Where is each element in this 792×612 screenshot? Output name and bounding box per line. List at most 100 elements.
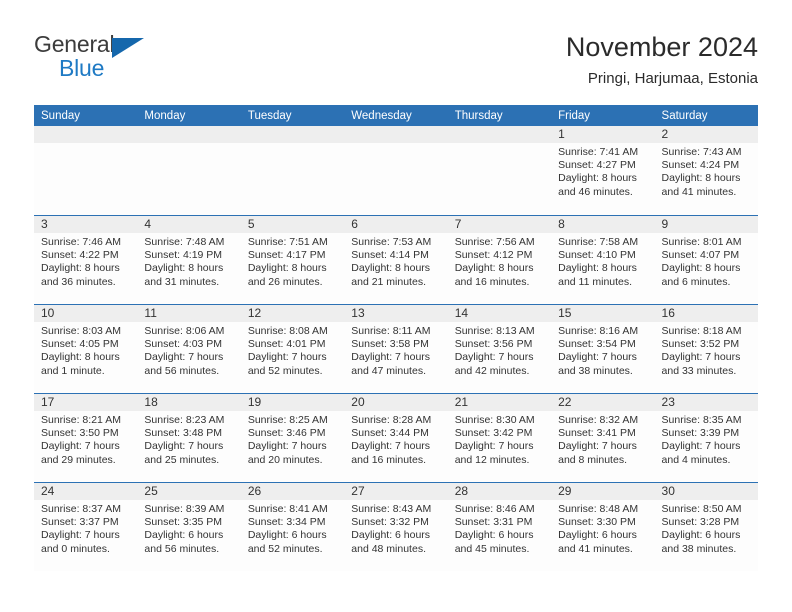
sunset-text: Sunset: 4:17 PM <box>247 249 326 262</box>
calendar-day-cell[interactable]: 30 Sunrise: 8:50 AM Sunset: 3:28 PM Dayligh… <box>654 483 758 571</box>
calendar-day-cell[interactable]: 10 Sunrise: 8:03 AM Sunset: 4:05 PM Dayligh… <box>34 305 138 393</box>
day-number: 19 <box>240 394 345 411</box>
daylight-text: Daylight: 7 hours and 42 minutes. <box>454 351 534 377</box>
calendar-day-cell[interactable]: 5 Sunrise: 7:51 AM Sunset: 4:17 PM Daylight… <box>240 216 345 304</box>
page-title: November 2024 <box>565 32 758 62</box>
sunset-text: Sunset: 3:34 PM <box>247 516 326 529</box>
calendar-day-cell[interactable]: 1 Sunrise: 7:41 AM Sunset: 4:27 PM Daylight… <box>551 126 655 215</box>
sunrise-text: Sunrise: 8:46 AM <box>454 503 535 515</box>
daylight-text: Daylight: 7 hours and 33 minutes. <box>661 351 741 377</box>
calendar-day-cell[interactable]: 15 Sunrise: 8:16 AM Sunset: 3:54 PM Dayligh… <box>551 305 655 393</box>
day-info: Sunrise: 8:06 AM Sunset: 4:03 PM Daylight:… <box>137 322 240 378</box>
calendar-day-cell[interactable]: 13 Sunrise: 8:11 AM Sunset: 3:58 PM Dayligh… <box>344 305 448 393</box>
sunset-text: Sunset: 3:50 PM <box>41 427 119 440</box>
calendar-day-cell-empty <box>34 126 138 215</box>
calendar-day-cell[interactable]: 24 Sunrise: 8:37 AM Sunset: 3:37 PM Dayligh… <box>34 483 138 571</box>
sunset-text: Sunset: 4:03 PM <box>144 338 223 351</box>
calendar-day-cell[interactable]: 14 Sunrise: 8:13 AM Sunset: 3:56 PM Dayligh… <box>447 305 552 393</box>
sunrise-text: Sunrise: 8:01 AM <box>661 236 742 248</box>
day-number <box>34 126 138 143</box>
calendar-week-row: 1 Sunrise: 7:41 AM Sunset: 4:27 PM Daylight… <box>34 126 758 215</box>
sunset-text: Sunset: 4:24 PM <box>661 159 740 172</box>
day-info: Sunrise: 8:48 AM Sunset: 3:30 PM Daylight:… <box>551 500 654 556</box>
sunset-text: Sunset: 3:48 PM <box>144 427 223 440</box>
day-info: Sunrise: 7:58 AM Sunset: 4:10 PM Daylight:… <box>551 233 654 289</box>
sunset-text: Sunset: 3:28 PM <box>661 516 740 529</box>
day-number: 9 <box>654 216 758 233</box>
calendar-week-row: 3 Sunrise: 7:46 AM Sunset: 4:22 PM Daylight… <box>34 215 758 304</box>
calendar-day-cell[interactable]: 18 Sunrise: 8:23 AM Sunset: 3:48 PM Dayligh… <box>137 394 241 482</box>
calendar-day-cell[interactable]: 25 Sunrise: 8:39 AM Sunset: 3:35 PM Dayligh… <box>137 483 241 571</box>
logo-triangle-icon <box>112 38 144 58</box>
calendar-day-cell[interactable]: 28 Sunrise: 8:46 AM Sunset: 3:31 PM Dayligh… <box>447 483 552 571</box>
daylight-text: Daylight: 8 hours and 6 minutes. <box>661 262 741 288</box>
calendar-day-cell-empty <box>447 126 552 215</box>
sunset-text: Sunset: 4:05 PM <box>41 338 119 351</box>
calendar-day-cell[interactable]: 2 Sunrise: 7:43 AM Sunset: 4:24 PM Daylight… <box>654 126 758 215</box>
sunset-text: Sunset: 3:39 PM <box>661 427 740 440</box>
daylight-text: Daylight: 7 hours and 29 minutes. <box>41 440 120 466</box>
day-number: 4 <box>137 216 241 233</box>
day-number: 21 <box>447 394 552 411</box>
day-number: 27 <box>344 483 448 500</box>
sunset-text: Sunset: 4:22 PM <box>41 249 119 262</box>
calendar-page: General Blue November 2024 Pringi, Harju… <box>0 0 792 612</box>
calendar-day-cell[interactable]: 19 Sunrise: 8:25 AM Sunset: 3:46 PM Dayligh… <box>240 394 345 482</box>
day-number: 8 <box>551 216 655 233</box>
calendar-day-cell[interactable]: 27 Sunrise: 8:43 AM Sunset: 3:32 PM Dayligh… <box>344 483 448 571</box>
calendar-day-cell[interactable]: 22 Sunrise: 8:32 AM Sunset: 3:41 PM Dayligh… <box>551 394 655 482</box>
day-number: 17 <box>34 394 138 411</box>
sunrise-text: Sunrise: 8:06 AM <box>144 325 225 337</box>
day-info: Sunrise: 8:21 AM Sunset: 3:50 PM Daylight:… <box>34 411 137 467</box>
daylight-text: Daylight: 8 hours and 41 minutes. <box>661 172 741 198</box>
day-number: 23 <box>654 394 758 411</box>
day-number <box>344 126 448 143</box>
calendar-day-cell[interactable]: 20 Sunrise: 8:28 AM Sunset: 3:44 PM Dayligh… <box>344 394 448 482</box>
calendar-week-row: 24 Sunrise: 8:37 AM Sunset: 3:37 PM Dayligh… <box>34 482 758 571</box>
calendar-day-cell-empty <box>344 126 448 215</box>
sunset-text: Sunset: 3:30 PM <box>558 516 636 529</box>
day-number: 11 <box>137 305 241 322</box>
sunset-text: Sunset: 3:42 PM <box>454 427 533 440</box>
day-number: 13 <box>344 305 448 322</box>
calendar-day-cell[interactable]: 16 Sunrise: 8:18 AM Sunset: 3:52 PM Dayligh… <box>654 305 758 393</box>
calendar-day-cell[interactable]: 12 Sunrise: 8:08 AM Sunset: 4:01 PM Dayligh… <box>240 305 345 393</box>
calendar-day-cell[interactable]: 6 Sunrise: 7:53 AM Sunset: 4:14 PM Daylight… <box>344 216 448 304</box>
calendar-day-cell[interactable]: 29 Sunrise: 8:48 AM Sunset: 3:30 PM Dayligh… <box>551 483 655 571</box>
general-blue-logo[interactable]: General Blue <box>34 33 149 81</box>
calendar-day-cell[interactable]: 9 Sunrise: 8:01 AM Sunset: 4:07 PM Daylight… <box>654 216 758 304</box>
daylight-text: Daylight: 6 hours and 41 minutes. <box>558 529 637 555</box>
daylight-text: Daylight: 6 hours and 45 minutes. <box>454 529 534 555</box>
weekday-monday: Monday <box>144 110 186 122</box>
day-number: 15 <box>551 305 655 322</box>
calendar-day-cell[interactable]: 17 Sunrise: 8:21 AM Sunset: 3:50 PM Dayligh… <box>34 394 138 482</box>
daylight-text: Daylight: 8 hours and 1 minute. <box>41 351 120 377</box>
day-number: 6 <box>344 216 448 233</box>
sunrise-text: Sunrise: 7:51 AM <box>247 236 328 248</box>
sunset-text: Sunset: 4:07 PM <box>661 249 740 262</box>
sunrise-text: Sunrise: 8:30 AM <box>454 414 535 426</box>
calendar-day-cell[interactable]: 8 Sunrise: 7:58 AM Sunset: 4:10 PM Daylight… <box>551 216 655 304</box>
calendar-table: Sunday Monday Tuesday Wednesday Thursday… <box>34 105 758 571</box>
day-info: Sunrise: 7:51 AM Sunset: 4:17 PM Daylight:… <box>241 233 344 289</box>
sunset-text: Sunset: 4:14 PM <box>351 249 429 262</box>
calendar-day-cell[interactable]: 21 Sunrise: 8:30 AM Sunset: 3:42 PM Dayligh… <box>447 394 552 482</box>
calendar-day-cell[interactable]: 7 Sunrise: 7:56 AM Sunset: 4:12 PM Daylight… <box>447 216 552 304</box>
calendar-day-cell[interactable]: 23 Sunrise: 8:35 AM Sunset: 3:39 PM Dayligh… <box>654 394 758 482</box>
day-number: 24 <box>34 483 138 500</box>
day-info: Sunrise: 7:46 AM Sunset: 4:22 PM Daylight:… <box>34 233 137 289</box>
calendar-day-cell[interactable]: 26 Sunrise: 8:41 AM Sunset: 3:34 PM Dayligh… <box>240 483 345 571</box>
day-info: Sunrise: 7:53 AM Sunset: 4:14 PM Daylight:… <box>344 233 447 289</box>
calendar-day-cell[interactable]: 4 Sunrise: 7:48 AM Sunset: 4:19 PM Daylight… <box>137 216 241 304</box>
sunset-text: Sunset: 4:27 PM <box>558 159 636 172</box>
title-block: November 2024 Pringi, Harjumaa, Estonia <box>565 32 758 88</box>
sunrise-text: Sunrise: 8:23 AM <box>144 414 225 426</box>
sunset-text: Sunset: 3:37 PM <box>41 516 119 529</box>
calendar-day-cell[interactable]: 3 Sunrise: 7:46 AM Sunset: 4:22 PM Daylight… <box>34 216 138 304</box>
weekday-wednesday: Wednesday <box>351 110 412 122</box>
day-number: 20 <box>344 394 448 411</box>
calendar-day-cell[interactable]: 11 Sunrise: 8:06 AM Sunset: 4:03 PM Dayligh… <box>137 305 241 393</box>
sunset-text: Sunset: 3:46 PM <box>247 427 326 440</box>
sunrise-text: Sunrise: 8:03 AM <box>41 325 121 337</box>
daylight-text: Daylight: 7 hours and 38 minutes. <box>558 351 637 377</box>
